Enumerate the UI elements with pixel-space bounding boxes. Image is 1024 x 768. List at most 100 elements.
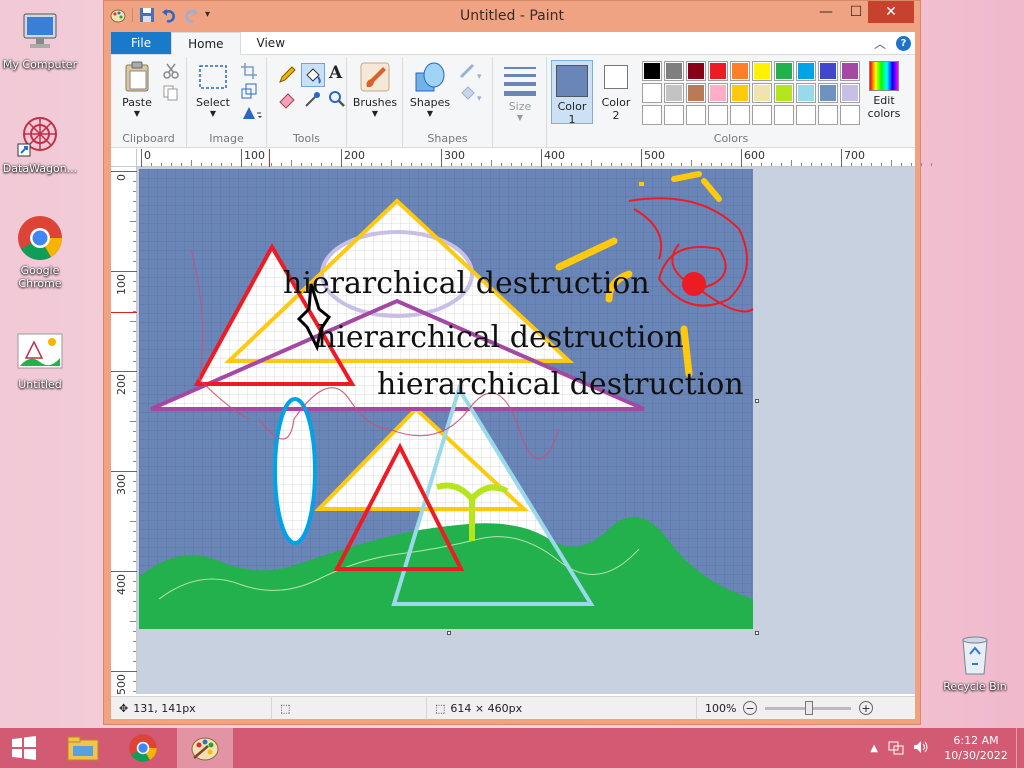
color-swatch[interactable] [840, 105, 860, 125]
color-swatch[interactable] [730, 105, 750, 125]
color-swatch[interactable] [686, 83, 706, 103]
copy-icon[interactable] [163, 85, 179, 101]
color-swatch[interactable] [642, 105, 662, 125]
collapse-ribbon-icon[interactable]: ︿ [874, 35, 886, 52]
shapes-dropdown-icon[interactable]: ▼ [407, 109, 453, 118]
color-swatch[interactable] [752, 61, 772, 81]
brushes-label: Brushes [352, 96, 398, 109]
fill-icon[interactable] [301, 63, 325, 87]
color-swatch[interactable] [752, 105, 772, 125]
color-swatch[interactable] [774, 105, 794, 125]
color1-button[interactable]: Color 1 [551, 60, 593, 126]
color-swatch[interactable] [730, 61, 750, 81]
brushes-dropdown-icon[interactable]: ▼ [351, 109, 399, 118]
size-button[interactable]: Size ▼ [497, 65, 543, 122]
brushes-button[interactable]: Brushes ▼ [351, 61, 399, 118]
close-button[interactable]: ✕ [868, 1, 914, 23]
ruler-minor-tick [133, 441, 136, 442]
paste-button[interactable]: Paste ▼ [117, 61, 157, 118]
ruler-minor-tick [133, 601, 136, 602]
desktop-icon-recycle-bin[interactable]: Recycle Bin [935, 630, 1015, 693]
canvas-resize-handle-bottom[interactable] [447, 631, 451, 635]
ruler-minor-tick [161, 163, 162, 166]
color-swatch[interactable] [686, 105, 706, 125]
color2-button[interactable]: Color 2 [595, 60, 637, 122]
color-swatch[interactable] [708, 61, 728, 81]
color-swatch[interactable] [818, 61, 838, 81]
color-swatch[interactable] [686, 61, 706, 81]
select-dropdown-icon[interactable]: ▼ [193, 109, 233, 118]
help-icon[interactable]: ? [896, 36, 911, 51]
zoom-out-button[interactable]: − [743, 701, 757, 715]
show-hidden-icons[interactable]: ▲ [870, 743, 878, 754]
paste-label: Paste [122, 96, 152, 109]
zoom-slider[interactable] [765, 700, 851, 715]
pencil-icon[interactable] [277, 65, 297, 85]
color-swatch[interactable] [796, 83, 816, 103]
color-swatch[interactable] [796, 105, 816, 125]
color-swatch[interactable] [752, 83, 772, 103]
magnifier-icon[interactable] [327, 89, 347, 109]
ruler-minor-tick [133, 551, 136, 552]
taskbar-paint[interactable] [177, 728, 233, 768]
canvas-resize-handle-right[interactable] [755, 399, 759, 403]
volume-icon[interactable] [912, 739, 930, 758]
taskbar-file-explorer[interactable] [55, 728, 111, 768]
crop-icon[interactable] [241, 63, 257, 79]
edit-colors-button[interactable]: Edit colors [861, 61, 907, 120]
text-icon[interactable]: A [329, 63, 347, 83]
color-swatch-fill [820, 63, 836, 79]
cursor-position-icon: ✥ [119, 701, 129, 715]
tab-home[interactable]: Home [171, 32, 241, 55]
computer-icon [16, 8, 64, 56]
paste-dropdown-icon[interactable]: ▼ [117, 109, 157, 118]
tab-file[interactable]: File [111, 32, 172, 54]
start-button[interactable] [0, 728, 48, 768]
color-swatch[interactable] [818, 83, 838, 103]
desktop-icon-my-computer[interactable]: My Computer [0, 8, 80, 71]
color-swatch[interactable] [708, 105, 728, 125]
cut-icon[interactable] [163, 63, 179, 79]
color-swatch[interactable] [796, 61, 816, 81]
clock[interactable]: 6:12 AM 10/30/2022 [936, 733, 1016, 763]
fill-shape-icon[interactable]: ▾ [459, 85, 485, 104]
select-button[interactable]: Select ▼ [193, 61, 233, 118]
ruler-minor-tick [551, 163, 552, 166]
ruler-tick-label: 500 [115, 674, 128, 695]
color-swatch[interactable] [774, 61, 794, 81]
size-dropdown-icon[interactable]: ▼ [497, 113, 543, 122]
ruler-minor-tick [133, 281, 136, 282]
color-swatch[interactable] [774, 83, 794, 103]
color-swatch[interactable] [664, 61, 684, 81]
color-swatch[interactable] [818, 105, 838, 125]
zoom-slider-thumb[interactable] [805, 700, 813, 715]
color-swatch[interactable] [730, 83, 750, 103]
color-swatch[interactable] [664, 83, 684, 103]
ruler-minor-tick [133, 261, 136, 262]
desktop-icon-label: Untitled [18, 378, 62, 391]
color-swatch[interactable] [664, 105, 684, 125]
show-desktop-button[interactable] [1016, 728, 1024, 768]
eraser-icon[interactable] [277, 89, 297, 109]
color-picker-icon[interactable] [303, 89, 323, 109]
taskbar-chrome[interactable] [115, 728, 171, 768]
drawing-canvas[interactable]: hierarchical destruction hierarchical de… [139, 169, 755, 631]
zoom-in-button[interactable]: + [859, 701, 873, 715]
color-swatch[interactable] [708, 83, 728, 103]
outline-icon[interactable]: ▾ [459, 63, 485, 82]
color-swatch[interactable] [642, 61, 662, 81]
color-swatch[interactable] [840, 83, 860, 103]
rotate-icon[interactable] [241, 105, 263, 121]
shapes-button[interactable]: Shapes ▼ [407, 61, 453, 118]
desktop-icon-chrome[interactable]: Google Chrome [0, 214, 80, 290]
resize-icon[interactable] [241, 83, 257, 99]
desktop-icon-datawagon[interactable]: DataWagon... [0, 112, 80, 175]
canvas-resize-handle-corner[interactable] [755, 631, 759, 635]
tab-view[interactable]: View [241, 32, 301, 54]
ruler-minor-tick [861, 163, 862, 166]
minimize-button[interactable]: — [810, 1, 842, 23]
network-icon[interactable] [888, 739, 904, 758]
desktop-icon-untitled[interactable]: Untitled [0, 328, 80, 391]
color-swatch[interactable] [840, 61, 860, 81]
color-swatch[interactable] [642, 83, 662, 103]
